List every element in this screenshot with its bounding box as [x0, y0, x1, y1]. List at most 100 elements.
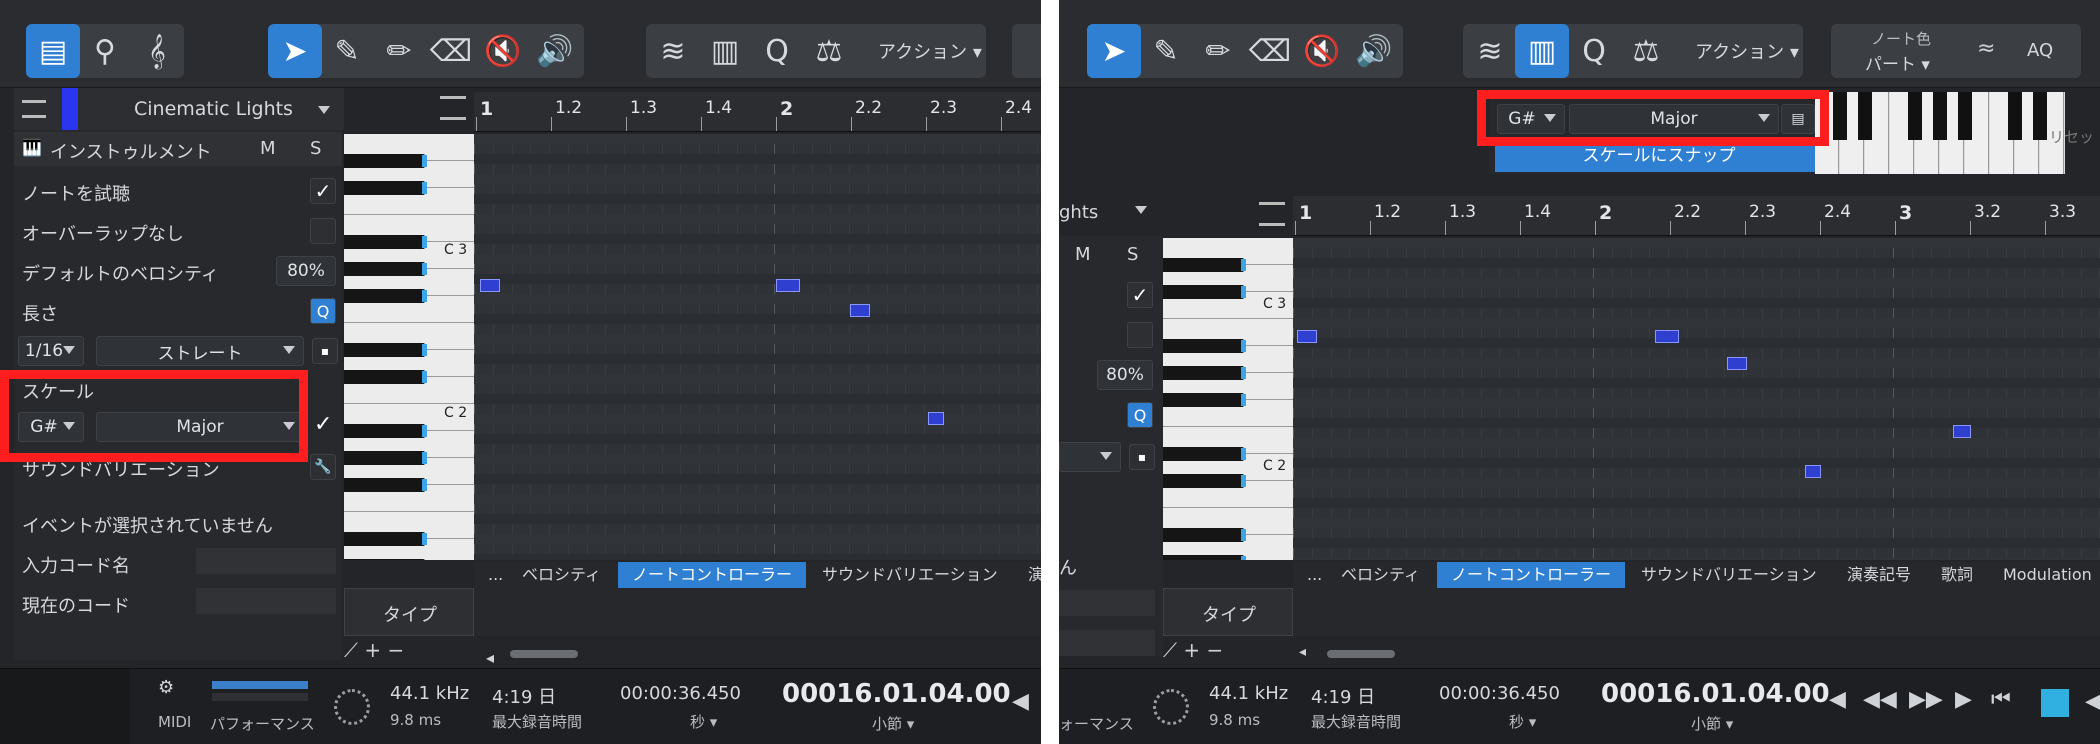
reset-label[interactable]: リセッ [2049, 126, 2094, 147]
tab-item[interactable]: 演奏 [1014, 562, 1041, 588]
mini-black-key[interactable] [1908, 92, 1922, 140]
zoom-icon[interactable] [1259, 202, 1285, 226]
step-record-icon[interactable]: ≋ [646, 24, 700, 78]
mini-black-key[interactable] [1958, 92, 1972, 140]
keyboard-icon[interactable]: ▥ [1515, 24, 1569, 78]
scale-check-icon[interactable]: ✓ [314, 412, 332, 437]
record-icon[interactable]: ◀ [2085, 689, 2100, 714]
track-name[interactable]: Cinematic Lights [134, 98, 293, 120]
solo-button[interactable]: S [1127, 244, 1138, 265]
pencil-tool-icon[interactable]: ✏ [1191, 24, 1245, 78]
mini-black-key[interactable] [1858, 92, 1872, 140]
zoom-icon[interactable] [440, 96, 466, 120]
track-dropdown-icon[interactable] [318, 106, 330, 114]
pencil-tool-icon[interactable]: ✏ [372, 24, 426, 78]
play-icon[interactable]: ▶ [1955, 687, 1972, 712]
grid-mode-dropdown[interactable] [1059, 442, 1121, 472]
black-key[interactable] [344, 289, 427, 303]
action-menu[interactable]: アクション ▾ [1695, 38, 1799, 64]
left-controller-lane[interactable] [474, 588, 1041, 636]
black-key[interactable] [344, 559, 425, 560]
right-note-grid[interactable] [1293, 238, 2100, 560]
left-piano-keyboard[interactable] [344, 134, 474, 560]
black-key[interactable] [344, 154, 427, 168]
tab-item[interactable]: ノートコントローラー [1437, 562, 1626, 588]
midi-note[interactable] [1727, 357, 1747, 370]
left-scroll-arrow[interactable]: ◂ [480, 648, 494, 667]
tab-item[interactable]: 演奏記号 [1833, 562, 1925, 588]
right-type-button[interactable]: タイプ [1163, 588, 1293, 636]
mini-black-key[interactable] [1933, 92, 1947, 140]
arrow-tool-icon[interactable]: ➤ [268, 24, 322, 78]
right-lane-tools[interactable]: ⟋ + − [1163, 638, 1223, 662]
list-icon[interactable] [22, 100, 46, 118]
audition-checkbox[interactable]: ✓ [310, 178, 336, 204]
overlap-checkbox[interactable] [1127, 322, 1153, 348]
scale-mini-keyboard[interactable] [1815, 92, 2065, 174]
track-dropdown-icon[interactable] [1135, 206, 1147, 214]
right-ruler[interactable]: 1 1.2 1.3 1.4 2 2.2 2.3 2.4 3 3.2 3.3 [1293, 196, 2100, 236]
stop-button[interactable] [2041, 689, 2069, 717]
grid-option-button[interactable]: ▪ [312, 338, 338, 364]
fast-forward-icon[interactable]: ▶▶ [1909, 687, 1943, 712]
black-key[interactable] [1163, 555, 1246, 560]
metronome-icon[interactable]: ⚖ [802, 24, 856, 78]
tab-item[interactable]: サウンドバリエーション [808, 562, 1012, 588]
velocity-field[interactable]: 80% [276, 256, 336, 286]
right-piano-keyboard[interactable] [1163, 238, 1293, 560]
midi-note[interactable] [1953, 425, 1971, 438]
black-key[interactable] [344, 451, 427, 465]
note-color-dropdown[interactable]: パート ▾ [1865, 50, 1930, 75]
mute-button[interactable]: M [1075, 244, 1091, 265]
black-key[interactable] [1163, 285, 1246, 299]
eraser-tool-icon[interactable]: ⌫ [424, 24, 478, 78]
score-editor-icon[interactable]: 𝄞 [130, 24, 184, 78]
grid-mode-dropdown[interactable]: ストレート [96, 336, 304, 366]
black-key[interactable] [1163, 339, 1246, 353]
return-to-zero-icon[interactable]: ⏮ [1991, 687, 2011, 712]
chord-input-field[interactable] [1059, 590, 1155, 616]
left-type-button[interactable]: タイプ [344, 588, 474, 636]
tab-item[interactable]: Modulation [1989, 562, 2100, 588]
listen-tool-icon[interactable]: 🔊 [528, 24, 582, 78]
black-key[interactable] [344, 343, 427, 357]
black-key[interactable] [344, 262, 427, 276]
arrow-tool-icon[interactable]: ➤ [1087, 24, 1141, 78]
midi-note[interactable] [1655, 330, 1679, 343]
wrench-icon[interactable]: 🔧 [310, 454, 336, 480]
black-key[interactable] [344, 424, 427, 438]
tab-item[interactable]: ベロシティ [1327, 562, 1434, 588]
black-key[interactable] [1163, 258, 1246, 272]
midi-note[interactable] [480, 279, 500, 292]
left-ruler[interactable]: 1 1.2 1.3 1.4 2 2.2 2.3 2.4 [474, 92, 1041, 132]
black-key[interactable] [1163, 393, 1246, 407]
left-h-scrollbar[interactable] [510, 650, 578, 658]
rewind-icon[interactable]: ◀ [1829, 687, 1846, 712]
quantize-icon[interactable]: Q [1567, 24, 1621, 78]
metronome-icon[interactable]: ⚖ [1619, 24, 1673, 78]
midi-note[interactable] [776, 279, 800, 292]
midi-note[interactable] [1297, 330, 1317, 343]
time-unit-dropdown[interactable]: 秒 ▾ [1509, 711, 1536, 732]
black-key[interactable] [1163, 528, 1246, 542]
rewind-icon[interactable]: ◀ [1012, 689, 1029, 714]
right-scroll-arrow[interactable]: ◂ [1299, 644, 1306, 660]
bars-unit-dropdown[interactable]: 小節 ▾ [872, 713, 914, 734]
mute-button[interactable]: M [260, 138, 276, 159]
grid-dropdown[interactable]: 1/16 [18, 336, 84, 366]
fast-rewind-icon[interactable]: ◀◀ [1863, 687, 1897, 712]
velocity-field[interactable]: 80% [1097, 360, 1153, 390]
mini-black-key[interactable] [1833, 92, 1847, 140]
bars-unit-dropdown[interactable]: 小節 ▾ [1691, 713, 1733, 734]
paint-tool-icon[interactable]: ✎ [1139, 24, 1193, 78]
solo-button[interactable]: S [310, 138, 321, 159]
eraser-tool-icon[interactable]: ⌫ [1243, 24, 1297, 78]
tab-item[interactable]: ノートコントローラー [618, 562, 807, 588]
black-key[interactable] [1163, 474, 1246, 488]
right-h-scrollbar[interactable] [1327, 650, 1395, 658]
left-lane-tools[interactable]: ⟋ + − [344, 638, 404, 662]
grid-option-button[interactable]: ▪ [1129, 444, 1155, 470]
action-menu[interactable]: アクション ▾ [878, 38, 982, 64]
tab-item[interactable]: 歌詞 [1927, 562, 1987, 588]
left-note-grid[interactable] [474, 134, 1041, 560]
